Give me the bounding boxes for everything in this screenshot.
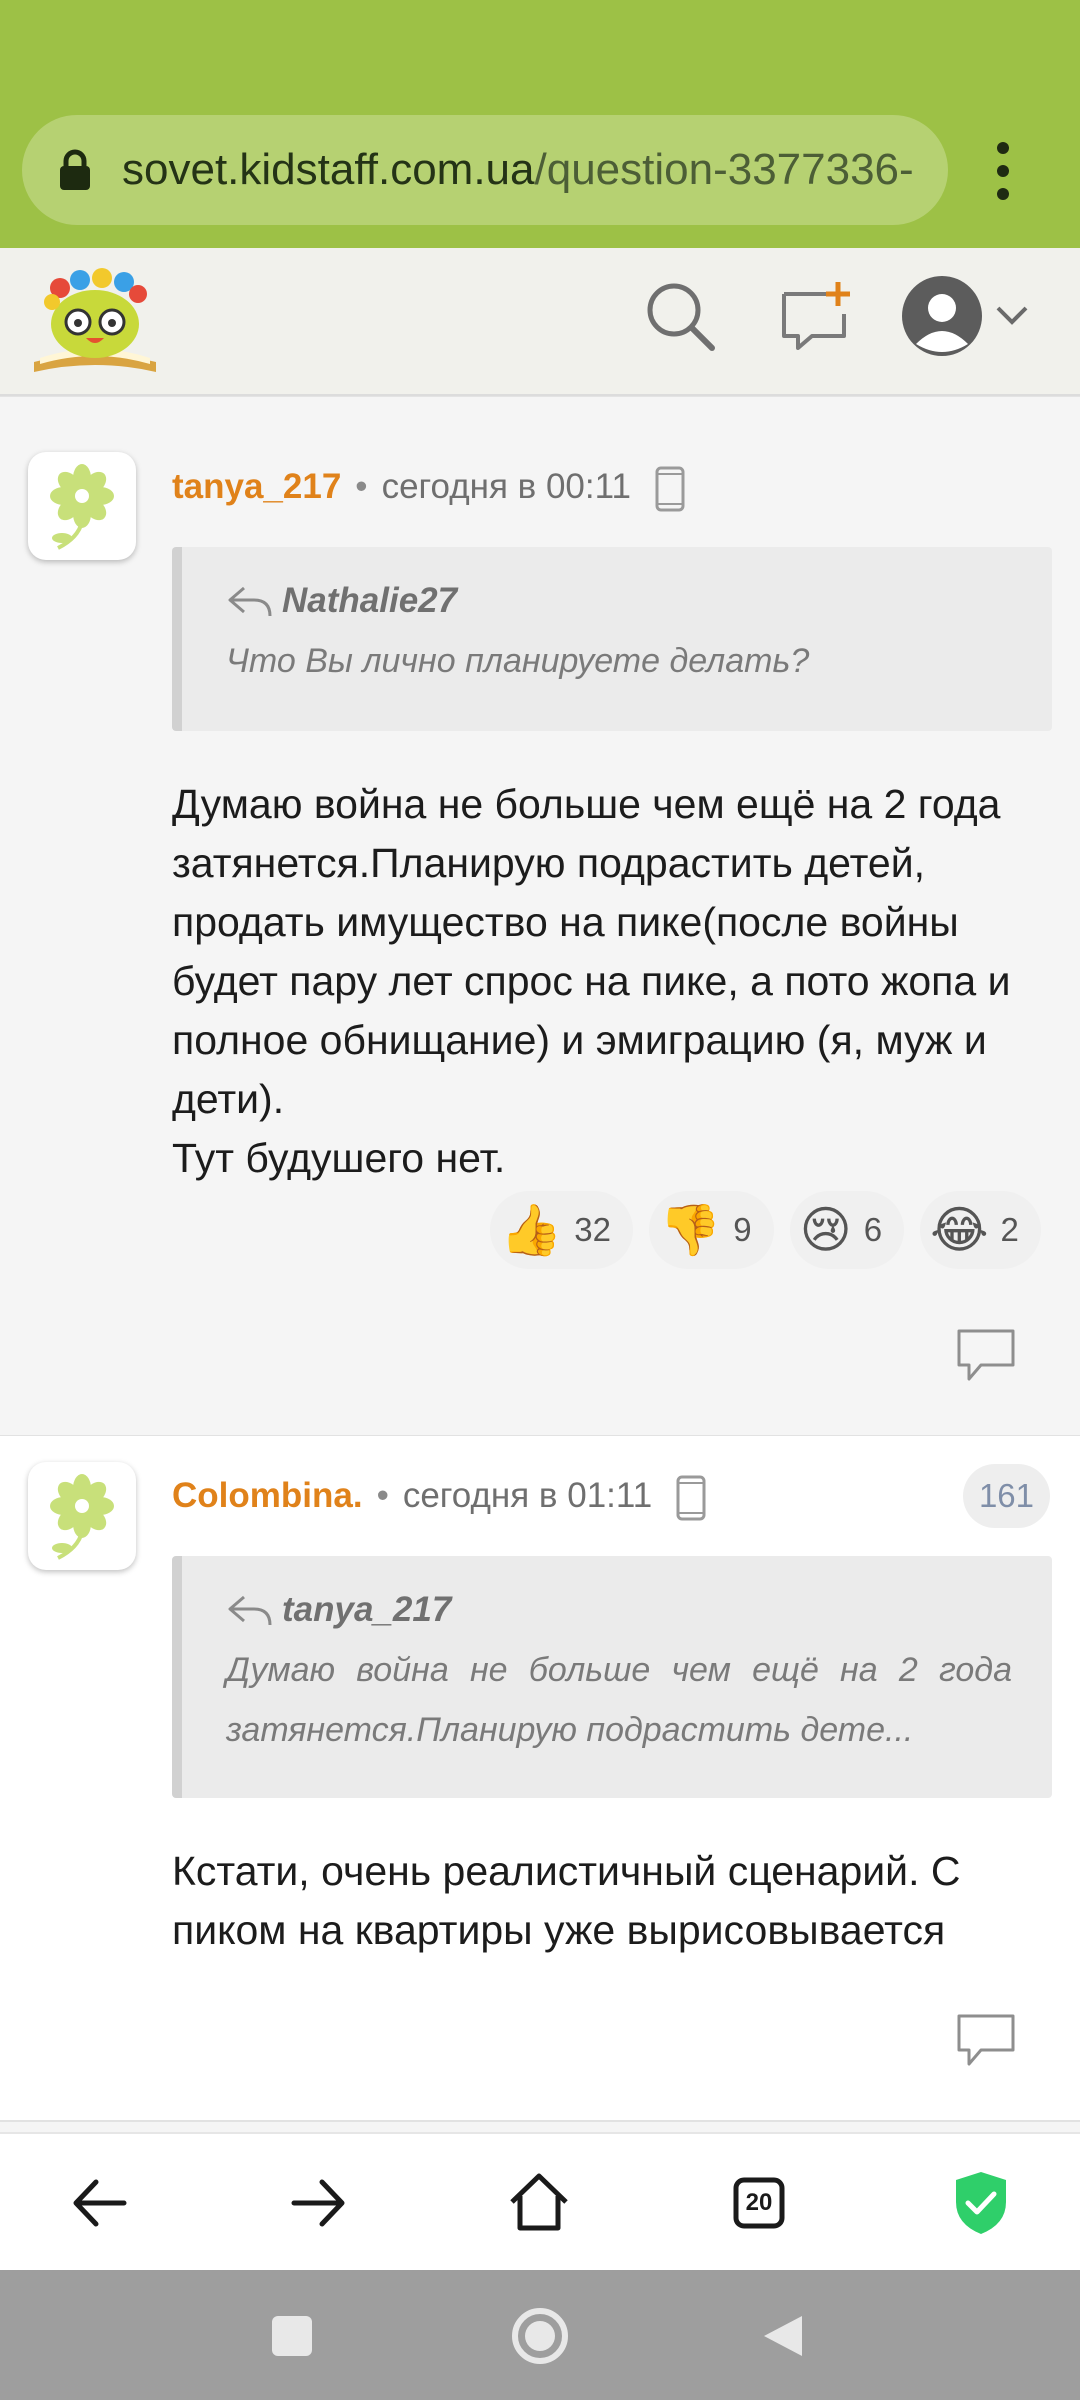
comment-number-badge: 161 (962, 1464, 1050, 1528)
url-host: sovet.kidstaff.com.ua (122, 145, 535, 194)
site-header (0, 248, 1080, 396)
separator-dot: • (355, 467, 368, 506)
reaction-dislike[interactable]: 👎 9 (648, 1191, 774, 1269)
reaction-sad[interactable]: 😢 6 (789, 1191, 905, 1269)
address-bar[interactable]: sovet.kidstaff.com.ua/question-3377336- (22, 115, 948, 225)
mobile-device-icon (655, 466, 685, 512)
quote-author[interactable]: Nathalie27 (282, 581, 457, 621)
lock-icon (60, 149, 90, 190)
separator-dot: • (376, 1476, 389, 1515)
reaction-count: 32 (574, 1211, 611, 1248)
home-circle-icon[interactable] (510, 2306, 570, 2366)
comment-text: Кстати, очень реалистичный сценарий. С п… (172, 1848, 961, 1953)
crying-face-icon: 😢 (799, 1202, 852, 1258)
browser-toolbar: sovet.kidstaff.com.ua/question-3377336- (0, 0, 1080, 248)
comment-author[interactable]: Colombina. (172, 1476, 363, 1515)
flower-avatar-icon (50, 1474, 114, 1560)
chevron-down-icon[interactable] (994, 304, 1030, 328)
user-avatar-icon[interactable] (900, 274, 984, 358)
avatar[interactable] (28, 1462, 136, 1570)
url-path: /question-3377336- (534, 145, 914, 194)
reply-comment-icon[interactable] (955, 2012, 1017, 2068)
quote-author-row: tanya_217 (226, 1590, 1052, 1630)
quote-text: Думаю война не больше чем ещё на 2 года … (226, 1651, 1012, 1749)
flower-avatar-icon (50, 464, 114, 550)
recents-square-icon[interactable] (270, 2314, 314, 2358)
more-vert-icon[interactable] (980, 136, 1026, 206)
comment-meta: Colombina. • сегодня в 01:11 (172, 1466, 706, 1526)
system-navigation-bar (0, 2270, 1080, 2400)
search-icon[interactable] (642, 278, 718, 354)
quote-author-row: Nathalie27 (226, 581, 1052, 621)
url-text[interactable]: sovet.kidstaff.com.ua/question-3377336- (122, 115, 942, 225)
comment: tanya_217 • сегодня в 00:11 Nathalie27 Что… (0, 396, 1080, 1437)
reaction-count: 9 (733, 1211, 752, 1248)
reactions-bar: 👍 32 👎 9 😢 6 😂 2 (490, 1191, 1057, 1271)
reaction-count: 2 (1000, 1211, 1019, 1248)
reaction-laugh[interactable]: 😂 2 (920, 1191, 1041, 1269)
comment-text: Думаю война не больше чем ещё на 2 года … (172, 781, 1011, 1181)
comment: Colombina. • сегодня в 01:11 161 tanya_217… (0, 1436, 1080, 2122)
back-triangle-icon[interactable] (760, 2312, 806, 2360)
tabs-button[interactable]: 20 (722, 2166, 796, 2240)
avatar[interactable] (28, 452, 136, 560)
mobile-device-icon (676, 1475, 706, 1521)
comment-time: сегодня в 01:11 (402, 1476, 653, 1515)
back-arrow-icon[interactable] (62, 2166, 136, 2240)
tabs-count: 20 (745, 2189, 773, 2216)
shield-check-icon[interactable] (944, 2166, 1018, 2240)
home-icon[interactable] (502, 2166, 576, 2240)
forward-arrow-icon[interactable] (282, 2166, 356, 2240)
comment-author[interactable]: tanya_217 (172, 467, 341, 506)
quote-block: tanya_217 Думаю война не больше чем ещё … (172, 1556, 1052, 1798)
site-logo[interactable] (30, 262, 160, 380)
thumbs-down-icon: 👎 (658, 1202, 722, 1258)
reply-arrow-icon (228, 1595, 272, 1626)
quote-author[interactable]: tanya_217 (282, 1590, 451, 1630)
reply-comment-icon[interactable] (955, 1327, 1017, 1383)
quote-text: Что Вы лично планируете делать? (226, 642, 810, 680)
reaction-count: 6 (863, 1211, 883, 1248)
browser-bottom-bar: 20 (0, 2132, 1080, 2272)
reply-arrow-icon (228, 586, 272, 617)
comment-meta: tanya_217 • сегодня в 00:11 (172, 457, 685, 517)
laughing-face-icon: 😂 (930, 1202, 989, 1258)
quote-block: Nathalie27 Что Вы лично планируете делат… (172, 547, 1052, 731)
reaction-like[interactable]: 👍 32 (490, 1191, 633, 1269)
add-comment-icon[interactable] (776, 278, 852, 354)
thumbs-up-icon: 👍 (500, 1202, 563, 1258)
comment-time: сегодня в 00:11 (381, 467, 631, 506)
